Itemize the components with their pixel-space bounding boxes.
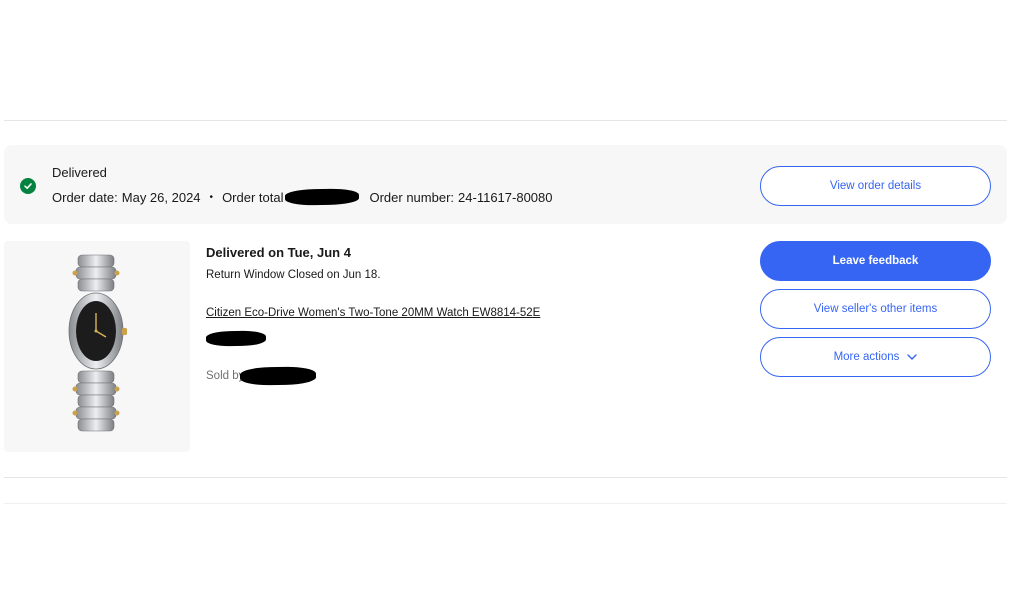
seller-name-redaction — [240, 366, 317, 386]
section-divider — [4, 477, 1007, 478]
view-order-details-button[interactable]: View order details — [760, 166, 991, 206]
sold-by-row: Sold by — [206, 366, 317, 386]
item-price-redaction — [205, 330, 267, 347]
more-actions-label: More actions — [833, 351, 900, 363]
order-total-redaction — [285, 188, 360, 206]
order-date: May 26, 2024 — [121, 189, 201, 205]
top-divider — [4, 120, 1007, 121]
order-meta: Order date: May 26, 2024 • Order total O… — [52, 188, 553, 206]
meta-separator: • — [209, 191, 214, 203]
order-number-label: Order number: — [369, 189, 455, 205]
order-date-label: Order date: — [52, 189, 118, 205]
check-circle-icon — [20, 178, 36, 194]
more-actions-button[interactable]: More actions — [760, 337, 991, 377]
delivery-status: Delivered on Tue, Jun 4 — [206, 245, 351, 260]
item-thumbnail[interactable] — [4, 241, 190, 452]
order-total-label: Order total — [222, 189, 284, 205]
bottom-divider — [4, 503, 1007, 504]
order-number: 24-11617-80080 — [458, 189, 553, 205]
watch-image — [68, 254, 127, 432]
order-status: Delivered — [52, 165, 107, 180]
return-window-status: Return Window Closed on Jun 18. — [206, 269, 381, 281]
item-title-link[interactable]: Citizen Eco-Drive Women's Two-Tone 20MM … — [206, 307, 540, 319]
chevron-down-icon — [907, 354, 918, 360]
leave-feedback-button[interactable]: Leave feedback — [760, 241, 991, 281]
view-seller-items-button[interactable]: View seller's other items — [760, 289, 991, 329]
sold-by-label: Sold by — [206, 370, 245, 382]
